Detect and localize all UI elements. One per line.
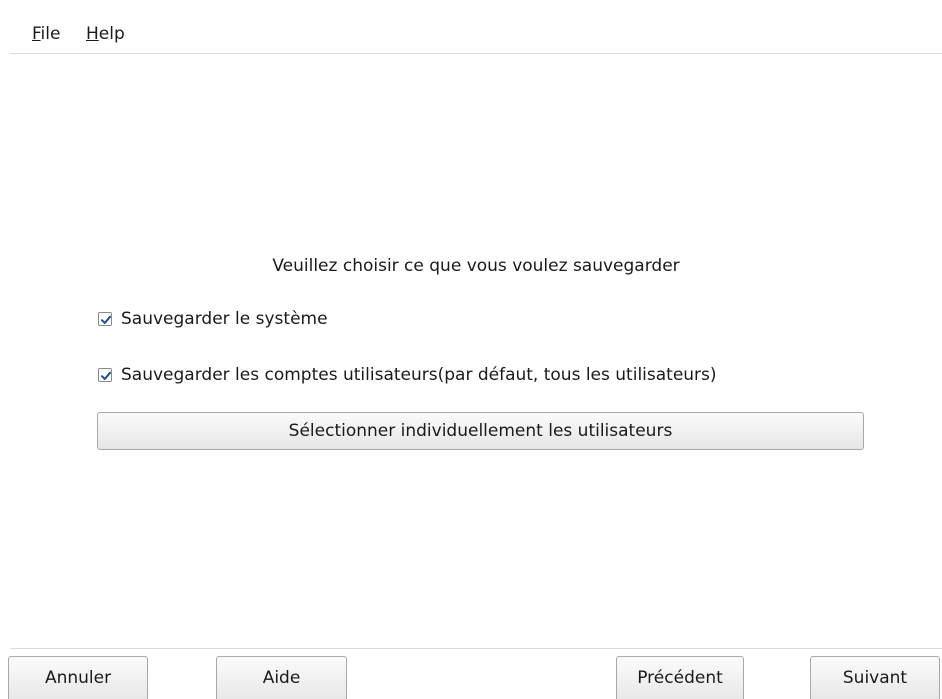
menu-help[interactable]: Help [86, 24, 125, 44]
backup-users-label: Sauvegarder les comptes utilisateurs(par… [121, 365, 717, 385]
separator [10, 648, 942, 649]
backup-system-checkbox[interactable] [98, 312, 112, 326]
select-users-button[interactable]: Sélectionner individuellement les utilis… [97, 412, 864, 450]
previous-button[interactable]: Précédent [616, 656, 744, 699]
backup-system-option[interactable]: Sauvegarder le système [98, 307, 328, 331]
menu-help-mnemonic: H [86, 24, 99, 44]
next-button[interactable]: Suivant [810, 656, 940, 699]
menubar: File Help [10, 10, 942, 54]
backup-system-label: Sauvegarder le système [121, 309, 328, 329]
menu-file-mnemonic: F [32, 24, 41, 44]
prompt-text: Veuillez choisir ce que vous voulez sauv… [272, 256, 680, 276]
help-button[interactable]: Aide [216, 656, 347, 699]
backup-users-option[interactable]: Sauvegarder les comptes utilisateurs(par… [98, 363, 717, 387]
wizard-window: File Help Veuillez choisir ce que vous v… [8, 10, 942, 699]
cancel-button[interactable]: Annuler [8, 656, 148, 699]
menu-file[interactable]: File [32, 24, 60, 44]
checkmark-icon [101, 371, 111, 380]
checkmark-icon [101, 315, 111, 324]
menu-help-label: elp [98, 24, 125, 44]
backup-users-checkbox[interactable] [98, 368, 112, 382]
menu-file-label: ile [40, 24, 61, 44]
